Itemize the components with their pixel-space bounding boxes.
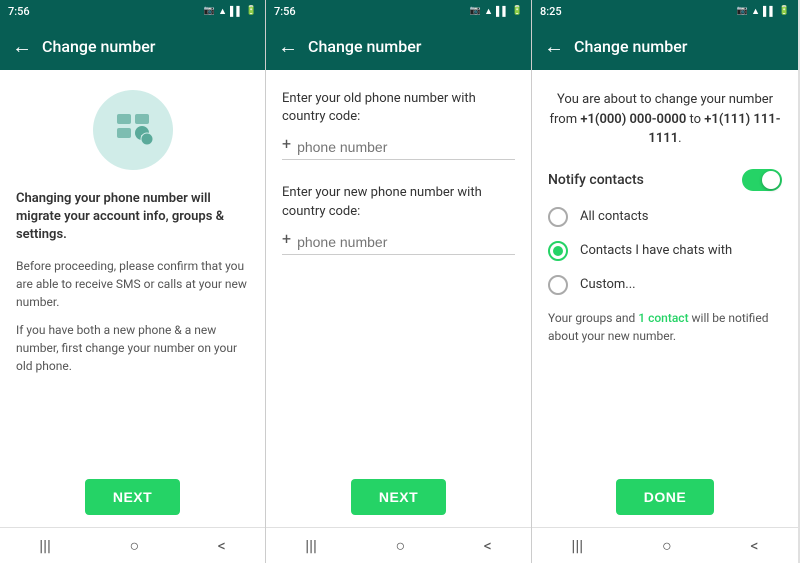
change-info-suffix: . xyxy=(678,131,681,146)
radio-chats-with[interactable]: Contacts I have chats with xyxy=(548,241,782,261)
radio-outer-custom xyxy=(548,275,568,295)
contact-link[interactable]: 1 contact xyxy=(638,311,688,325)
old-number-label: Enter your old phone number with country… xyxy=(282,90,515,126)
top-bar-2: ← Change number xyxy=(266,22,531,70)
panel-1: 7:56 📷 ▲ ▌▌ 🔋 ← Change number → Changing… xyxy=(0,0,266,563)
new-number-label: Enter your new phone number with country… xyxy=(282,184,515,220)
new-phone-input[interactable] xyxy=(297,234,515,250)
bottom-area-3: DONE xyxy=(532,469,798,527)
phone-icon-circle: → xyxy=(93,90,173,170)
status-bar-3: 8:25 📷 ▲ ▌▌ 🔋 xyxy=(532,0,798,22)
radio-outer-chats xyxy=(548,241,568,261)
radio-custom[interactable]: Custom... xyxy=(548,275,782,295)
bottom-area-1: NEXT xyxy=(0,469,265,527)
sub-text-1a: Before proceeding, please confirm that y… xyxy=(16,257,249,311)
top-bar-1: ← Change number xyxy=(0,22,265,70)
radio-all-contacts[interactable]: All contacts xyxy=(548,207,782,227)
new-phone-input-row: + xyxy=(282,229,515,255)
change-info-middle: to xyxy=(686,112,704,127)
top-bar-title-3: Change number xyxy=(574,37,687,56)
nav-menu-1[interactable]: ||| xyxy=(39,536,51,555)
toggle-knob xyxy=(762,171,780,189)
top-bar-3: ← Change number xyxy=(532,22,798,70)
signal-icon-3: ▌▌ xyxy=(763,6,776,17)
notify-toggle[interactable] xyxy=(742,169,782,191)
notify-contacts-row: Notify contacts xyxy=(548,169,782,191)
change-info-text: You are about to change your number from… xyxy=(548,90,782,149)
nav-home-2[interactable]: ○ xyxy=(395,536,405,556)
bottom-area-2: NEXT xyxy=(266,469,531,527)
main-heading-1: Changing your phone number will migrate … xyxy=(16,190,249,245)
photo-icon: 📷 xyxy=(204,6,215,16)
plus-sign-old: + xyxy=(282,134,291,155)
next-button-1[interactable]: NEXT xyxy=(85,479,180,515)
done-button[interactable]: DONE xyxy=(616,479,714,515)
nav-bar-3: ||| ○ < xyxy=(532,527,798,563)
nav-home-1[interactable]: ○ xyxy=(129,536,139,556)
back-button-3[interactable]: ← xyxy=(544,34,564,59)
back-button-1[interactable]: ← xyxy=(12,34,32,59)
old-number-display: +1(000) 000-0000 xyxy=(580,112,686,127)
radio-label-chats: Contacts I have chats with xyxy=(580,243,732,258)
phone-number-icon: → xyxy=(109,106,157,154)
signal-icon-2: ▌▌ xyxy=(496,6,509,17)
nav-menu-3[interactable]: ||| xyxy=(571,536,583,555)
sub-text-1b: If you have both a new phone & a new num… xyxy=(16,321,249,375)
nav-back-2[interactable]: < xyxy=(484,536,492,555)
radio-label-custom: Custom... xyxy=(580,277,636,292)
photo-icon-3: 📷 xyxy=(737,6,748,16)
next-button-2[interactable]: NEXT xyxy=(351,479,446,515)
nav-back-3[interactable]: < xyxy=(750,536,758,555)
nav-bar-1: ||| ○ < xyxy=(0,527,265,563)
radio-outer-all xyxy=(548,207,568,227)
panel-2: 7:56 📷 ▲ ▌▌ 🔋 ← Change number Enter your… xyxy=(266,0,532,563)
status-icons-2: 📷 ▲ ▌▌ 🔋 xyxy=(470,6,523,17)
top-bar-title-1: Change number xyxy=(42,37,155,56)
nav-back-1[interactable]: < xyxy=(218,536,226,555)
content-3: You are about to change your number from… xyxy=(532,70,798,469)
battery-icon-3: 🔋 xyxy=(779,6,790,16)
status-time-2: 7:56 xyxy=(274,5,296,18)
battery-icon: 🔋 xyxy=(246,6,257,16)
back-button-2[interactable]: ← xyxy=(278,34,298,59)
battery-icon-2: 🔋 xyxy=(512,6,523,16)
content-2: Enter your old phone number with country… xyxy=(266,70,531,469)
wifi-icon: ▲ xyxy=(218,6,227,17)
content-1: → Changing your phone number will migrat… xyxy=(0,70,265,469)
radio-inner-chats xyxy=(553,246,563,256)
photo-icon-2: 📷 xyxy=(470,6,481,16)
groups-note: Your groups and 1 contact will be notifi… xyxy=(548,309,782,345)
nav-menu-2[interactable]: ||| xyxy=(305,536,317,555)
signal-icon: ▌▌ xyxy=(230,6,243,17)
plus-sign-new: + xyxy=(282,229,291,250)
top-bar-title-2: Change number xyxy=(308,37,421,56)
status-time-3: 8:25 xyxy=(540,5,562,18)
wifi-icon-3: ▲ xyxy=(751,6,760,17)
old-phone-input-row: + xyxy=(282,134,515,160)
notify-label: Notify contacts xyxy=(548,172,644,188)
old-phone-input[interactable] xyxy=(297,139,515,155)
status-icons-1: 📷 ▲ ▌▌ 🔋 xyxy=(204,6,257,17)
nav-bar-2: ||| ○ < xyxy=(266,527,531,563)
status-bar-2: 7:56 📷 ▲ ▌▌ 🔋 xyxy=(266,0,531,22)
status-time-1: 7:56 xyxy=(8,5,30,18)
nav-home-3[interactable]: ○ xyxy=(662,536,672,556)
radio-label-all: All contacts xyxy=(580,209,649,224)
status-icons-3: 📷 ▲ ▌▌ 🔋 xyxy=(737,6,790,17)
wifi-icon-2: ▲ xyxy=(484,6,493,17)
panel-3: 8:25 📷 ▲ ▌▌ 🔋 ← Change number You are ab… xyxy=(532,0,798,563)
status-bar-1: 7:56 📷 ▲ ▌▌ 🔋 xyxy=(0,0,265,22)
groups-note-prefix: Your groups and xyxy=(548,311,638,325)
